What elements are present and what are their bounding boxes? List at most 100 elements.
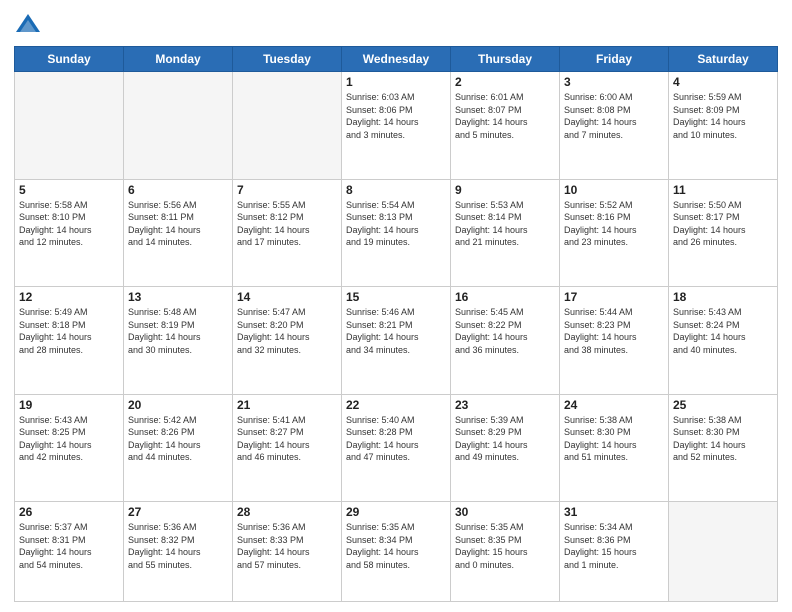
calendar-cell: 2Sunrise: 6:01 AM Sunset: 8:07 PM Daylig… [451, 72, 560, 180]
week-row-4: 19 Sunrise: 5:43 AM Sunset: 8:25 PM Dayli… [15, 394, 778, 502]
calendar-cell: 15Sunrise: 5:46 AM Sunset: 8:21 PM Dayli… [342, 287, 451, 395]
page: SundayMondayTuesdayWednesdayThursdayFrid… [0, 0, 792, 612]
calendar-cell: 5 Sunrise: 5:58 AM Sunset: 8:10 PM Daylig… [15, 179, 124, 287]
day-info: Sunrise: 5:54 AM Sunset: 8:13 PM Dayligh… [346, 199, 446, 249]
day-number: 14 [237, 290, 337, 304]
day-info: Sunrise: 5:58 AM Sunset: 8:10 PM Dayligh… [19, 199, 119, 249]
calendar-cell: 13 Sunrise: 5:48 AM Sunset: 8:19 PM Dayli… [124, 287, 233, 395]
day-info: Sunrise: 6:00 AM Sunset: 8:08 PM Dayligh… [564, 91, 664, 141]
calendar-cell: 31 Sunrise: 5:34 AM Sunset: 8:36 PM Dayli… [560, 502, 669, 602]
weekday-header-friday: Friday [560, 47, 669, 72]
weekday-header-monday: Monday [124, 47, 233, 72]
day-info: Sunrise: 5:41 AM Sunset: 8:27 PM Dayligh… [237, 414, 337, 464]
day-info: Sunrise: 6:01 AM Sunset: 8:07 PM Dayligh… [455, 91, 555, 141]
calendar-cell: 4 Sunrise: 5:59 AM Sunset: 8:09 PM Daylig… [669, 72, 778, 180]
day-info: Sunrise: 5:42 AM Sunset: 8:26 PM Dayligh… [128, 414, 228, 464]
day-info: Sunrise: 5:34 AM Sunset: 8:36 PM Dayligh… [564, 521, 664, 571]
day-info: Sunrise: 5:55 AM Sunset: 8:12 PM Dayligh… [237, 199, 337, 249]
calendar-cell: 21 Sunrise: 5:41 AM Sunset: 8:27 PM Dayli… [233, 394, 342, 502]
calendar-cell: 24 Sunrise: 5:38 AM Sunset: 8:30 PM Dayli… [560, 394, 669, 502]
calendar-cell [124, 72, 233, 180]
day-number: 5 [19, 183, 119, 197]
day-info: Sunrise: 5:35 AM Sunset: 8:34 PM Dayligh… [346, 521, 446, 571]
day-info: Sunrise: 5:49 AM Sunset: 8:18 PM Dayligh… [19, 306, 119, 356]
weekday-header-wednesday: Wednesday [342, 47, 451, 72]
calendar-cell: 8 Sunrise: 5:54 AM Sunset: 8:13 PM Daylig… [342, 179, 451, 287]
day-info: Sunrise: 5:35 AM Sunset: 8:35 PM Dayligh… [455, 521, 555, 571]
calendar-cell: 7 Sunrise: 5:55 AM Sunset: 8:12 PM Daylig… [233, 179, 342, 287]
day-info: Sunrise: 5:36 AM Sunset: 8:32 PM Dayligh… [128, 521, 228, 571]
day-number: 31 [564, 505, 664, 519]
day-number: 10 [564, 183, 664, 197]
day-number: 23 [455, 398, 555, 412]
calendar-cell: 16 Sunrise: 5:45 AM Sunset: 8:22 PM Dayli… [451, 287, 560, 395]
logo [14, 12, 46, 40]
day-number: 8 [346, 183, 446, 197]
day-info: Sunrise: 5:38 AM Sunset: 8:30 PM Dayligh… [564, 414, 664, 464]
header [14, 12, 778, 40]
day-number: 3 [564, 75, 664, 89]
day-info: Sunrise: 5:43 AM Sunset: 8:24 PM Dayligh… [673, 306, 773, 356]
calendar-table: SundayMondayTuesdayWednesdayThursdayFrid… [14, 46, 778, 602]
day-number: 13 [128, 290, 228, 304]
day-number: 29 [346, 505, 446, 519]
weekday-header-row: SundayMondayTuesdayWednesdayThursdayFrid… [15, 47, 778, 72]
day-number: 9 [455, 183, 555, 197]
day-info: Sunrise: 5:56 AM Sunset: 8:11 PM Dayligh… [128, 199, 228, 249]
calendar-cell [15, 72, 124, 180]
calendar-cell: 6 Sunrise: 5:56 AM Sunset: 8:11 PM Daylig… [124, 179, 233, 287]
day-number: 16 [455, 290, 555, 304]
day-info: Sunrise: 5:36 AM Sunset: 8:33 PM Dayligh… [237, 521, 337, 571]
day-info: Sunrise: 6:03 AM Sunset: 8:06 PM Dayligh… [346, 91, 446, 141]
calendar-cell: 1Sunrise: 6:03 AM Sunset: 8:06 PM Daylig… [342, 72, 451, 180]
calendar-cell [233, 72, 342, 180]
calendar-cell: 29 Sunrise: 5:35 AM Sunset: 8:34 PM Dayli… [342, 502, 451, 602]
calendar-cell: 10 Sunrise: 5:52 AM Sunset: 8:16 PM Dayli… [560, 179, 669, 287]
calendar-cell: 26Sunrise: 5:37 AM Sunset: 8:31 PM Dayli… [15, 502, 124, 602]
day-number: 7 [237, 183, 337, 197]
day-number: 30 [455, 505, 555, 519]
day-number: 15 [346, 290, 446, 304]
day-number: 27 [128, 505, 228, 519]
day-number: 25 [673, 398, 773, 412]
weekday-header-saturday: Saturday [669, 47, 778, 72]
day-info: Sunrise: 5:48 AM Sunset: 8:19 PM Dayligh… [128, 306, 228, 356]
day-number: 28 [237, 505, 337, 519]
day-info: Sunrise: 5:53 AM Sunset: 8:14 PM Dayligh… [455, 199, 555, 249]
day-info: Sunrise: 5:37 AM Sunset: 8:31 PM Dayligh… [19, 521, 119, 571]
day-info: Sunrise: 5:45 AM Sunset: 8:22 PM Dayligh… [455, 306, 555, 356]
day-number: 11 [673, 183, 773, 197]
weekday-header-thursday: Thursday [451, 47, 560, 72]
calendar-cell: 14 Sunrise: 5:47 AM Sunset: 8:20 PM Dayli… [233, 287, 342, 395]
calendar-cell: 22Sunrise: 5:40 AM Sunset: 8:28 PM Dayli… [342, 394, 451, 502]
day-number: 4 [673, 75, 773, 89]
week-row-3: 12 Sunrise: 5:49 AM Sunset: 8:18 PM Dayli… [15, 287, 778, 395]
day-number: 24 [564, 398, 664, 412]
day-number: 12 [19, 290, 119, 304]
day-number: 19 [19, 398, 119, 412]
week-row-1: 1Sunrise: 6:03 AM Sunset: 8:06 PM Daylig… [15, 72, 778, 180]
calendar-cell [669, 502, 778, 602]
day-number: 20 [128, 398, 228, 412]
calendar-cell: 3 Sunrise: 6:00 AM Sunset: 8:08 PM Daylig… [560, 72, 669, 180]
calendar-cell: 27 Sunrise: 5:36 AM Sunset: 8:32 PM Dayli… [124, 502, 233, 602]
calendar-cell: 20 Sunrise: 5:42 AM Sunset: 8:26 PM Dayli… [124, 394, 233, 502]
day-info: Sunrise: 5:43 AM Sunset: 8:25 PM Dayligh… [19, 414, 119, 464]
day-number: 6 [128, 183, 228, 197]
day-info: Sunrise: 5:39 AM Sunset: 8:29 PM Dayligh… [455, 414, 555, 464]
day-info: Sunrise: 5:38 AM Sunset: 8:30 PM Dayligh… [673, 414, 773, 464]
day-info: Sunrise: 5:59 AM Sunset: 8:09 PM Dayligh… [673, 91, 773, 141]
day-number: 22 [346, 398, 446, 412]
calendar-cell: 28 Sunrise: 5:36 AM Sunset: 8:33 PM Dayli… [233, 502, 342, 602]
calendar-cell: 25 Sunrise: 5:38 AM Sunset: 8:30 PM Dayli… [669, 394, 778, 502]
weekday-header-sunday: Sunday [15, 47, 124, 72]
day-info: Sunrise: 5:52 AM Sunset: 8:16 PM Dayligh… [564, 199, 664, 249]
day-info: Sunrise: 5:50 AM Sunset: 8:17 PM Dayligh… [673, 199, 773, 249]
day-number: 21 [237, 398, 337, 412]
day-number: 18 [673, 290, 773, 304]
week-row-2: 5 Sunrise: 5:58 AM Sunset: 8:10 PM Daylig… [15, 179, 778, 287]
week-row-5: 26Sunrise: 5:37 AM Sunset: 8:31 PM Dayli… [15, 502, 778, 602]
calendar-cell: 12 Sunrise: 5:49 AM Sunset: 8:18 PM Dayli… [15, 287, 124, 395]
day-info: Sunrise: 5:47 AM Sunset: 8:20 PM Dayligh… [237, 306, 337, 356]
day-info: Sunrise: 5:44 AM Sunset: 8:23 PM Dayligh… [564, 306, 664, 356]
